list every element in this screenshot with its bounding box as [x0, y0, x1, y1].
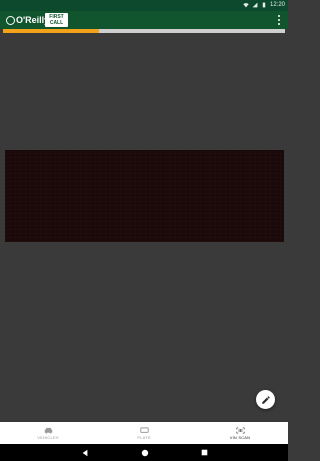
overflow-menu-icon[interactable]	[277, 15, 281, 25]
signal-icon	[252, 2, 258, 8]
nav-vehicles[interactable]: VEHICLES	[0, 422, 96, 444]
nav-label: PLATE	[137, 434, 151, 440]
status-time: 12:20	[269, 2, 285, 8]
overflow-dot	[278, 23, 280, 25]
app-bar: O'Reilly FIRST CALL	[0, 11, 288, 29]
pencil-icon	[261, 395, 270, 404]
first-call-logo: FIRST CALL	[45, 13, 68, 27]
oreilly-logo: O'Reilly	[6, 13, 49, 27]
nav-label: VEHICLES	[37, 434, 59, 440]
vin-scan-window	[5, 150, 284, 242]
overflow-dot	[278, 15, 280, 17]
oreilly-logo-mark	[6, 15, 15, 25]
status-bar: 12:20	[0, 0, 288, 11]
overflow-dot	[278, 19, 280, 21]
back-icon[interactable]	[81, 449, 89, 457]
barcode-scan-icon	[235, 427, 245, 433]
nav-label: VIN SCAN	[229, 434, 251, 440]
recents-icon[interactable]	[201, 449, 208, 456]
status-icons: 12:20	[243, 2, 285, 8]
home-icon[interactable]	[141, 449, 149, 457]
first-call-logo-line2: CALL	[49, 20, 64, 26]
bottom-navigation: VEHICLES PLATE VIN SCAN	[0, 422, 288, 444]
car-icon	[44, 427, 52, 433]
plate-icon	[139, 426, 149, 433]
wifi-icon	[243, 3, 249, 8]
nav-plate[interactable]: PLATE	[96, 422, 192, 444]
system-navigation-bar	[0, 444, 288, 461]
edit-fab-button[interactable]	[256, 390, 275, 409]
nav-vin-scan[interactable]: VIN SCAN	[192, 422, 288, 444]
battery-icon	[262, 2, 266, 8]
